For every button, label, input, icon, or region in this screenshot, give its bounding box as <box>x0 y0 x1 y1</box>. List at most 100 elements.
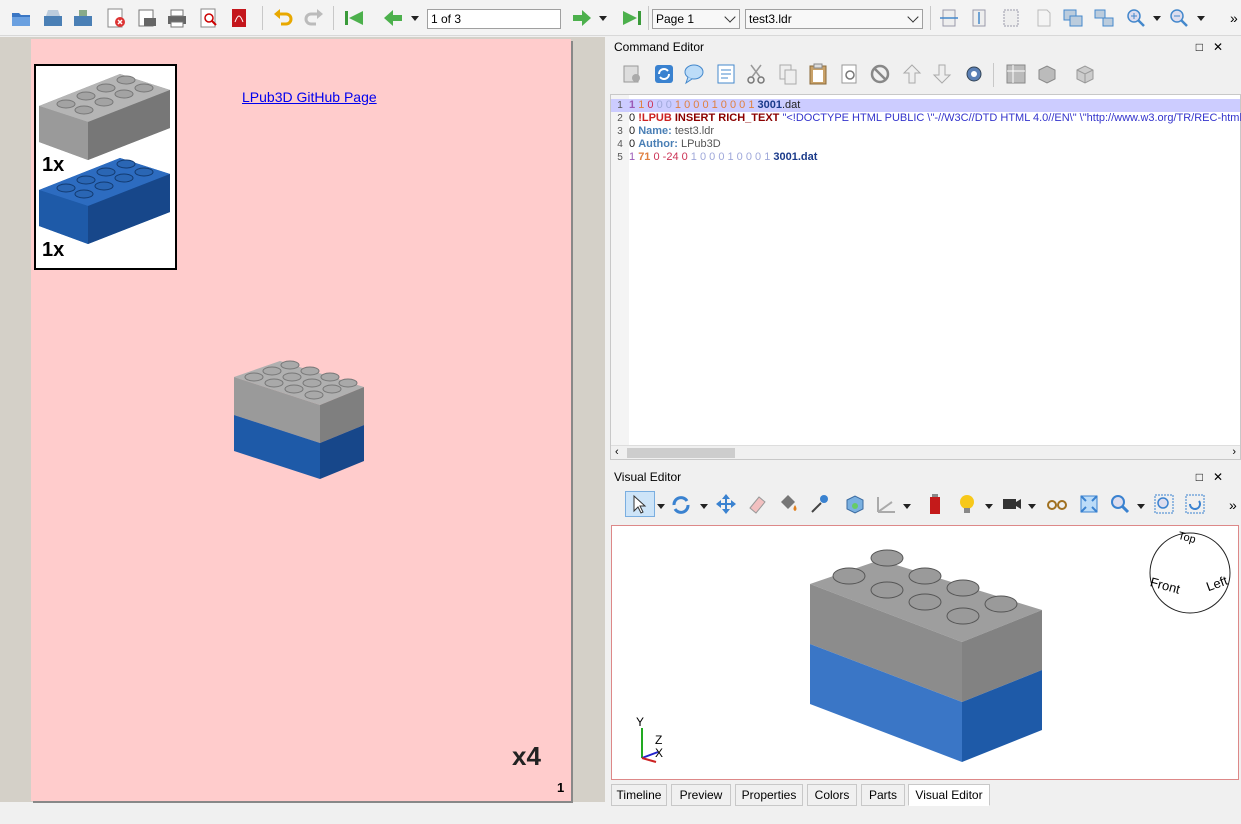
file-select[interactable]: test3.ldr <box>745 9 923 29</box>
command-editor-titlebar: Command Editor □✕ <box>609 37 1241 57</box>
line-number: 3 <box>617 126 623 137</box>
move-down-icon[interactable] <box>929 61 955 87</box>
code-token: 3001 <box>773 151 798 163</box>
zoom-in-dropdown-icon[interactable] <box>1153 16 1161 21</box>
rotate-dropdown-icon[interactable] <box>700 504 708 509</box>
disable-icon[interactable] <box>867 61 893 87</box>
actual-size-icon[interactable] <box>1030 5 1056 31</box>
parts-list-box[interactable]: 1x 1x <box>34 64 177 270</box>
code-line[interactable]: 51 71 0 -24 0 1 0 0 0 1 0 0 0 1 3001.dat <box>611 151 1240 164</box>
insert-part-icon[interactable] <box>842 491 868 517</box>
visual-editor-toolbar: » <box>609 488 1241 522</box>
color-picker-icon[interactable] <box>806 491 832 517</box>
tab-parts[interactable]: Parts <box>861 784 905 806</box>
last-page-icon[interactable] <box>619 5 645 31</box>
zoom-icon[interactable] <box>1107 491 1133 517</box>
zoom-extents-icon[interactable] <box>1076 491 1102 517</box>
zoom-region-icon[interactable] <box>1151 491 1177 517</box>
next-page-dropdown-icon[interactable] <box>599 16 607 21</box>
paint-bucket-icon[interactable] <box>775 491 801 517</box>
select-cursor-icon[interactable] <box>625 491 655 517</box>
tab-colors[interactable]: Colors <box>807 784 857 806</box>
eraser-icon[interactable] <box>744 491 770 517</box>
zoom-out-icon[interactable] <box>1166 5 1192 31</box>
text-format-icon[interactable] <box>713 61 739 87</box>
first-page-icon[interactable] <box>341 5 367 31</box>
page-select[interactable]: Page 1 <box>652 9 740 29</box>
fit-visible-icon[interactable] <box>966 5 992 31</box>
part-view-icon[interactable] <box>1072 61 1098 87</box>
line-number: 1 <box>617 100 623 111</box>
code-token: .dat <box>781 99 801 111</box>
float-window-icon[interactable]: □ <box>1196 40 1213 54</box>
github-page-link[interactable]: LPub3D GitHub Page <box>242 89 377 105</box>
scroll-right-icon[interactable]: › <box>1232 446 1236 458</box>
redo-icon[interactable] <box>301 5 327 31</box>
light-icon[interactable] <box>922 491 948 517</box>
open-folder-icon[interactable] <box>8 5 34 31</box>
zoom-out-dropdown-icon[interactable] <box>1197 16 1205 21</box>
code-line[interactable]: 11 1 0 0 0 1 0 0 0 1 0 0 0 1 3001.dat <box>611 99 1240 112</box>
fit-scene-icon[interactable] <box>998 5 1024 31</box>
fit-width-icon[interactable] <box>936 5 962 31</box>
save-icon[interactable] <box>40 5 66 31</box>
code-token: 1 0 0 0 1 0 0 0 1 <box>674 99 758 111</box>
command-editor-text[interactable]: 11 1 0 0 0 1 0 0 0 1 0 0 0 1 3001.dat 2 0 … <box>610 94 1241 460</box>
move-icon[interactable] <box>713 491 739 517</box>
toolbar-overflow-icon[interactable]: » <box>1229 497 1237 513</box>
paste-icon[interactable] <box>805 61 831 87</box>
rotate-view-icon[interactable] <box>668 491 694 517</box>
scroll-left-icon[interactable]: ‹ <box>615 446 619 458</box>
next-page-icon[interactable] <box>569 5 595 31</box>
print-icon[interactable] <box>164 5 190 31</box>
facing-pages-icon[interactable] <box>1091 5 1117 31</box>
reset-view-icon[interactable] <box>1182 491 1208 517</box>
submodel-icon[interactable] <box>1034 61 1060 87</box>
save-as-icon[interactable] <box>70 5 96 31</box>
light-dropdown-icon[interactable] <box>985 504 993 509</box>
continuous-page-icon[interactable] <box>1060 5 1086 31</box>
comment-icon[interactable] <box>681 61 707 87</box>
print-preview-icon[interactable] <box>134 5 160 31</box>
code-line[interactable]: 30 Name: test3.ldr <box>611 125 1240 138</box>
camera-dropdown-icon[interactable] <box>1028 504 1036 509</box>
page-index-input[interactable]: 1 of 3 <box>427 9 561 29</box>
3d-viewport[interactable]: Top Front Left Y Z X <box>611 525 1239 780</box>
horizontal-scrollbar[interactable]: ‹ › <box>611 445 1240 459</box>
tab-timeline[interactable]: Timeline <box>611 784 667 806</box>
previous-page-icon[interactable] <box>380 5 406 31</box>
copy-icon[interactable] <box>775 61 801 87</box>
look-at-icon[interactable] <box>1044 491 1070 517</box>
cut-icon[interactable] <box>743 61 769 87</box>
scrollbar-thumb[interactable] <box>627 448 735 458</box>
tab-preview[interactable]: Preview <box>671 784 731 806</box>
zoom-in-icon[interactable] <box>1123 5 1149 31</box>
preferences-icon[interactable] <box>619 61 645 87</box>
visual-editor-title: Visual Editor <box>614 470 682 484</box>
camera-icon[interactable] <box>999 491 1025 517</box>
light-bulb-icon[interactable] <box>954 491 980 517</box>
select-dropdown-icon[interactable] <box>657 504 665 509</box>
float-window-icon[interactable]: □ <box>1196 470 1213 484</box>
find-icon[interactable] <box>837 61 863 87</box>
toggle-view-icon[interactable] <box>1003 61 1029 87</box>
previous-page-dropdown-icon[interactable] <box>411 16 419 21</box>
tab-properties[interactable]: Properties <box>735 784 803 806</box>
measure-dropdown-icon[interactable] <box>903 504 911 509</box>
move-up-icon[interactable] <box>899 61 925 87</box>
close-icon[interactable]: ✕ <box>1213 470 1233 484</box>
code-line[interactable]: 40 Author: LPub3D <box>611 138 1240 151</box>
settings-gear-icon[interactable] <box>961 61 987 87</box>
measure-icon[interactable] <box>873 491 899 517</box>
tab-visual-editor[interactable]: Visual Editor <box>908 784 990 806</box>
update-icon[interactable] <box>651 61 677 87</box>
export-pdf-preview-icon[interactable] <box>196 5 222 31</box>
toolbar-overflow-icon[interactable]: » <box>1230 10 1238 26</box>
close-file-icon[interactable] <box>103 5 129 31</box>
close-icon[interactable]: ✕ <box>1213 40 1233 54</box>
code-line[interactable]: 20 !LPUB INSERT RICH_TEXT "<!DOCTYPE HTM… <box>611 112 1241 125</box>
export-pdf-icon[interactable] <box>226 5 252 31</box>
code-token: 71 <box>638 151 654 163</box>
zoom-dropdown-icon[interactable] <box>1137 504 1145 509</box>
undo-icon[interactable] <box>270 5 296 31</box>
